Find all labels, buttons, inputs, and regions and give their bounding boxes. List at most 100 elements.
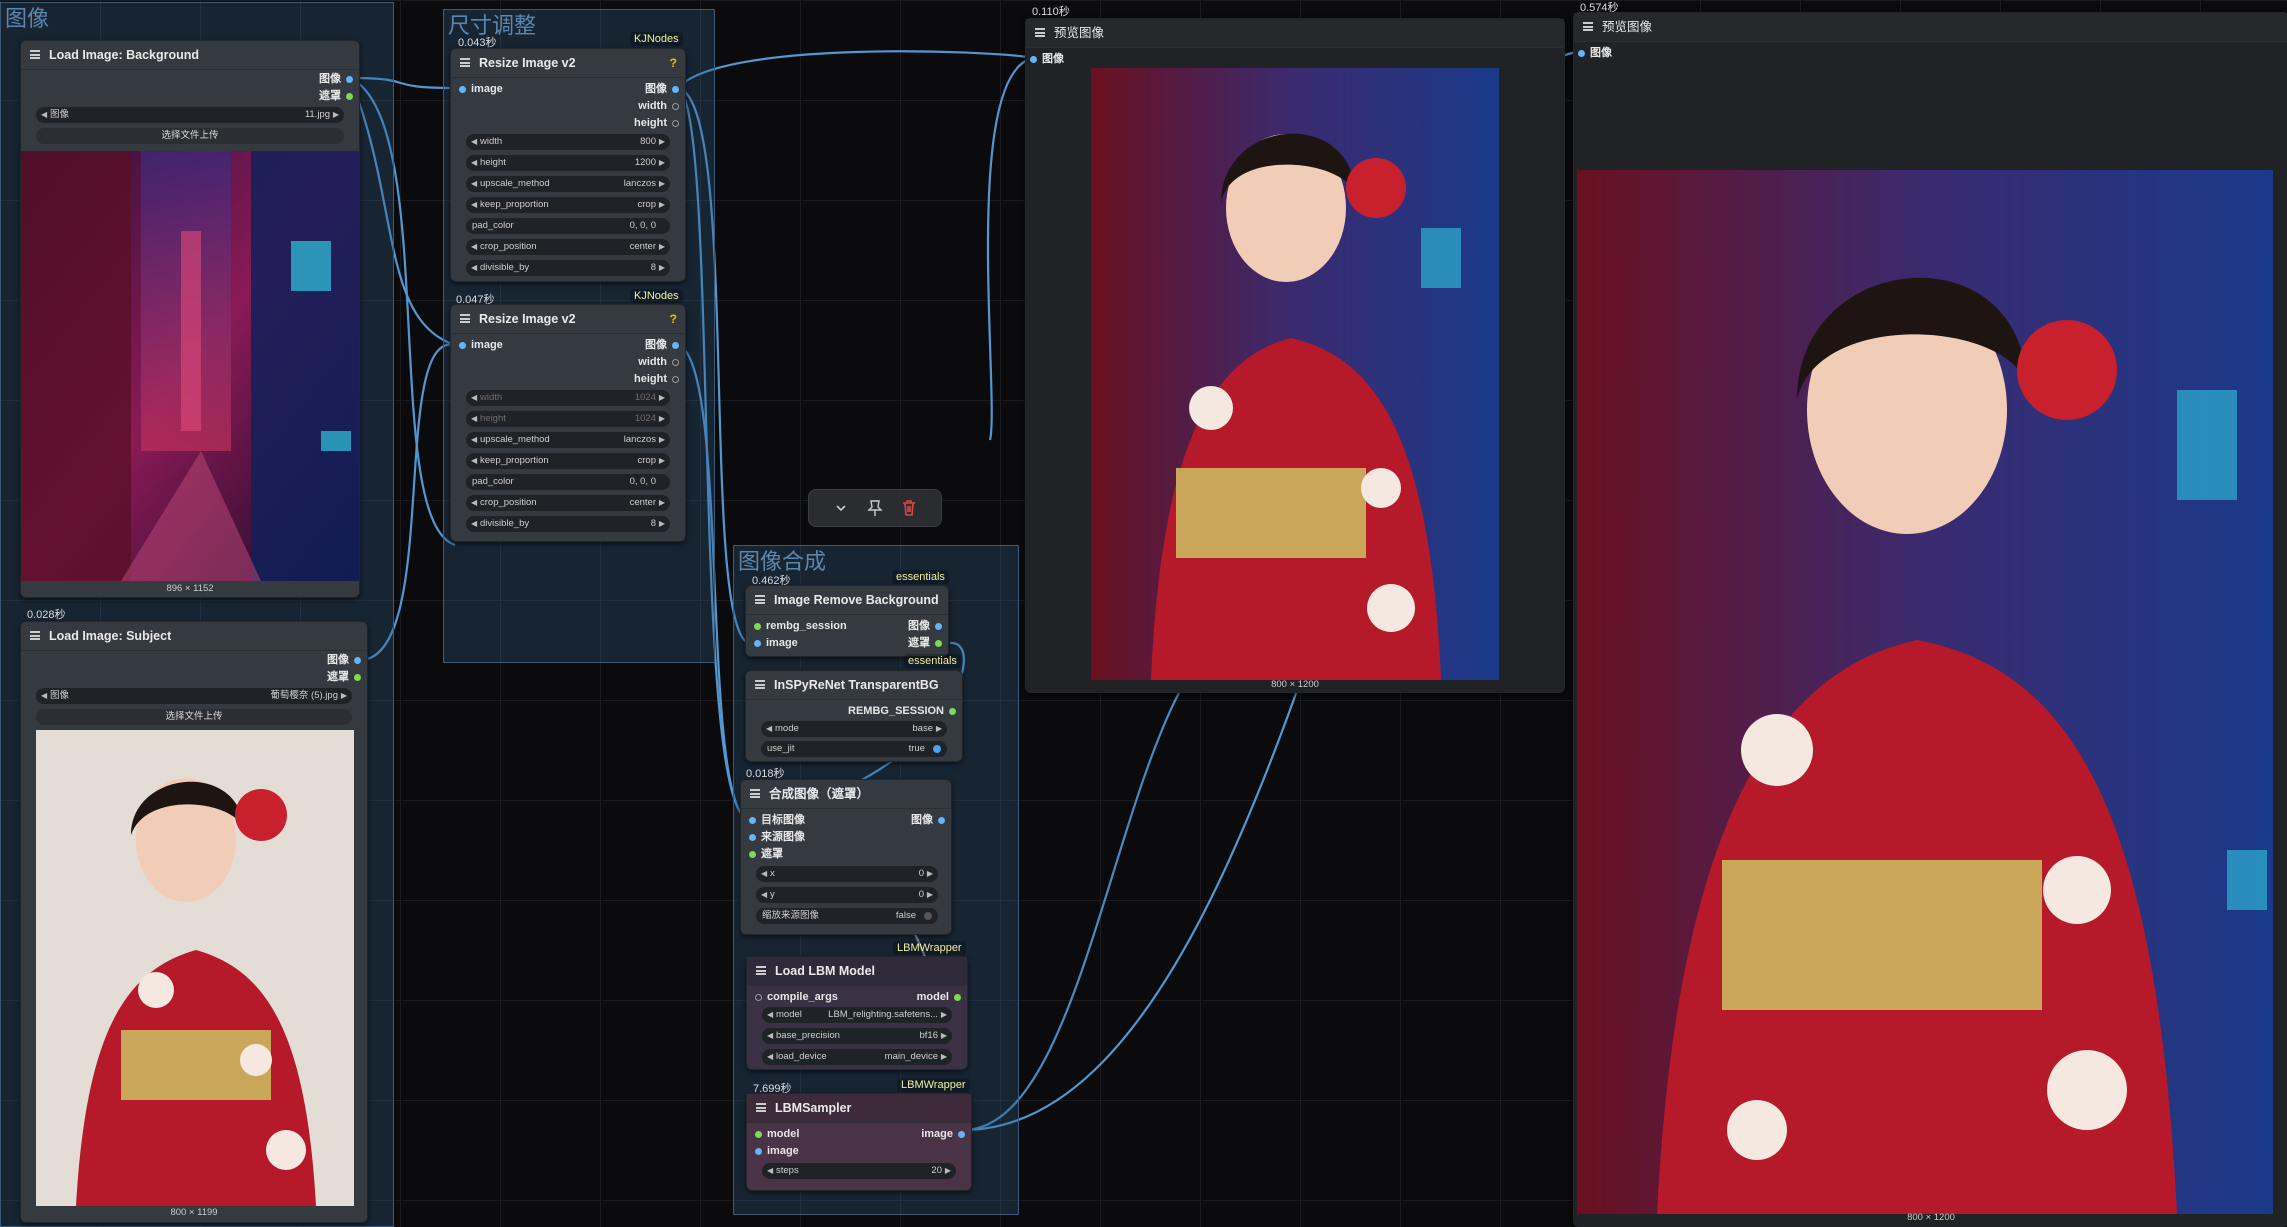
output-image[interactable]: 图像 — [327, 653, 361, 667]
left-arrow-icon[interactable]: ◀ — [471, 411, 477, 427]
output-dot[interactable] — [354, 673, 361, 681]
upload-button[interactable]: 选择文件上传 — [36, 709, 352, 725]
input-image[interactable]: image — [754, 636, 798, 650]
right-arrow-icon[interactable]: ▶ — [659, 155, 665, 171]
right-arrow-icon[interactable]: ▶ — [659, 239, 665, 255]
output-image[interactable]: image — [921, 1127, 965, 1141]
output-dot[interactable] — [346, 92, 353, 100]
input-rembg-session[interactable]: rembg_session — [754, 619, 847, 633]
x-widget[interactable]: ◀ x 0 ▶ — [756, 866, 938, 882]
output-dot[interactable] — [672, 375, 679, 383]
node-header[interactable]: Load Image: Background — [21, 41, 359, 70]
output-width[interactable]: width — [638, 99, 679, 113]
node-header[interactable]: InSPyReNet TransparentBG — [746, 671, 962, 700]
load-device-widget[interactable]: ◀ load_device main_device ▶ — [762, 1049, 952, 1065]
left-arrow-icon[interactable]: ◀ — [471, 155, 477, 171]
input-dot[interactable] — [755, 1130, 762, 1138]
node-preview-image-1[interactable]: 预览图像 图像 800 × 1200 — [1025, 18, 1565, 693]
output-dot[interactable] — [672, 85, 679, 93]
output-dot[interactable] — [672, 341, 679, 349]
menu-icon[interactable] — [460, 58, 470, 67]
help-icon[interactable]: ? — [670, 49, 677, 77]
output-dot[interactable] — [672, 102, 679, 110]
output-mask[interactable]: 遮罩 — [319, 89, 353, 103]
output-height[interactable]: height — [634, 372, 679, 386]
output-dot[interactable] — [935, 639, 942, 647]
left-arrow-icon[interactable]: ◀ — [471, 260, 477, 276]
right-arrow-icon[interactable]: ▶ — [659, 134, 665, 150]
input-dot[interactable] — [459, 85, 466, 93]
upload-button[interactable]: 选择文件上传 — [36, 128, 344, 144]
output-dot[interactable] — [354, 656, 361, 664]
right-arrow-icon[interactable]: ▶ — [936, 721, 942, 737]
menu-icon[interactable] — [750, 789, 760, 798]
node-composite-masked[interactable]: 合成图像（遮罩） 目标图像 来源图像 遮罩 图像 ◀ x 0 ▶ ◀ y 0 ▶ 缩放来源图… — [740, 779, 952, 935]
output-image[interactable]: 图像 — [645, 82, 679, 96]
left-arrow-icon[interactable]: ◀ — [41, 688, 47, 704]
crop-position-widget[interactable]: ◀ crop_position center ▶ — [466, 495, 670, 511]
base-precision-widget[interactable]: ◀ base_precision bf16 ▶ — [762, 1028, 952, 1044]
output-dot[interactable] — [949, 707, 956, 715]
input-dot[interactable] — [749, 816, 756, 824]
trash-icon[interactable] — [900, 498, 918, 518]
left-arrow-icon[interactable]: ◀ — [761, 887, 767, 903]
input-dot[interactable] — [1578, 49, 1585, 57]
input-destination[interactable]: 目标图像 — [749, 813, 805, 827]
input-model[interactable]: model — [755, 1127, 799, 1141]
right-arrow-icon[interactable]: ▶ — [945, 1163, 951, 1179]
input-dot[interactable] — [459, 341, 466, 349]
output-image[interactable]: 图像 — [908, 619, 942, 633]
output-mask[interactable]: 遮罩 — [327, 670, 361, 684]
left-arrow-icon[interactable]: ◀ — [471, 390, 477, 406]
chevron-down-icon[interactable] — [835, 502, 847, 514]
output-dot[interactable] — [958, 1130, 965, 1138]
left-arrow-icon[interactable]: ◀ — [767, 1028, 773, 1044]
mode-widget[interactable]: ◀ mode base ▶ — [761, 721, 947, 737]
right-arrow-icon[interactable]: ▶ — [333, 107, 339, 123]
image-select-widget[interactable]: ◀ 图像 葡萄樱奈 (5).jpg ▶ — [36, 688, 352, 704]
input-dot[interactable] — [755, 993, 762, 1001]
node-load-image-background[interactable]: Load Image: Background 图像 遮罩 ◀ 图像 11.jpg ▶ … — [20, 40, 360, 598]
right-arrow-icon[interactable]: ▶ — [659, 516, 665, 532]
left-arrow-icon[interactable]: ◀ — [767, 1007, 773, 1023]
node-header[interactable]: Load Image: Subject — [21, 622, 367, 651]
node-header[interactable]: Image Remove Background — [746, 586, 948, 615]
output-width[interactable]: width — [638, 355, 679, 369]
divisible-by-widget[interactable]: ◀ divisible_by 8 ▶ — [466, 260, 670, 276]
right-arrow-icon[interactable]: ▶ — [659, 260, 665, 276]
pad-color-widget[interactable]: pad_color 0, 0, 0 — [466, 474, 670, 490]
node-header[interactable]: 预览图像 — [1026, 19, 1564, 48]
pin-icon[interactable] — [866, 499, 884, 517]
output-image[interactable]: 图像 — [645, 338, 679, 352]
right-arrow-icon[interactable]: ▶ — [659, 432, 665, 448]
input-dot[interactable] — [754, 622, 761, 630]
right-arrow-icon[interactable]: ▶ — [941, 1028, 947, 1044]
right-arrow-icon[interactable]: ▶ — [941, 1049, 947, 1065]
menu-icon[interactable] — [460, 314, 470, 323]
width-widget[interactable]: ◀ width 1024 ▶ — [466, 390, 670, 406]
divisible-by-widget[interactable]: ◀ divisible_by 8 ▶ — [466, 516, 670, 532]
image-select-widget[interactable]: ◀ 图像 11.jpg ▶ — [36, 107, 344, 123]
menu-icon[interactable] — [30, 50, 40, 59]
steps-widget[interactable]: ◀ steps 20 ▶ — [762, 1163, 956, 1179]
input-dot[interactable] — [754, 639, 761, 647]
node-resize-image-1[interactable]: Resize Image v2? image 图像 width height ◀… — [450, 48, 686, 282]
model-select-widget[interactable]: ◀ model LBM_relighting.safetens... ▶ — [762, 1007, 952, 1023]
node-header[interactable]: Resize Image v2? — [451, 49, 685, 78]
node-load-lbm-model[interactable]: Load LBM Model compile_args model ◀ model… — [746, 956, 968, 1070]
input-dot[interactable] — [749, 850, 756, 858]
node-lbm-sampler[interactable]: LBMSampler model image image ◀ steps 20 ▶ — [746, 1093, 972, 1191]
left-arrow-icon[interactable]: ◀ — [471, 453, 477, 469]
keep-proportion-widget[interactable]: ◀ keep_proportion crop ▶ — [466, 453, 670, 469]
output-image[interactable]: 图像 — [319, 72, 353, 86]
menu-icon[interactable] — [756, 1103, 766, 1112]
output-dot[interactable] — [346, 75, 353, 83]
left-arrow-icon[interactable]: ◀ — [471, 176, 477, 192]
input-image[interactable]: image — [755, 1144, 799, 1158]
input-dot[interactable] — [749, 833, 756, 841]
toggle-on-icon[interactable] — [933, 745, 941, 753]
height-widget[interactable]: ◀ height 1024 ▶ — [466, 411, 670, 427]
left-arrow-icon[interactable]: ◀ — [471, 197, 477, 213]
right-arrow-icon[interactable]: ▶ — [941, 1007, 947, 1023]
input-source[interactable]: 来源图像 — [749, 830, 805, 844]
